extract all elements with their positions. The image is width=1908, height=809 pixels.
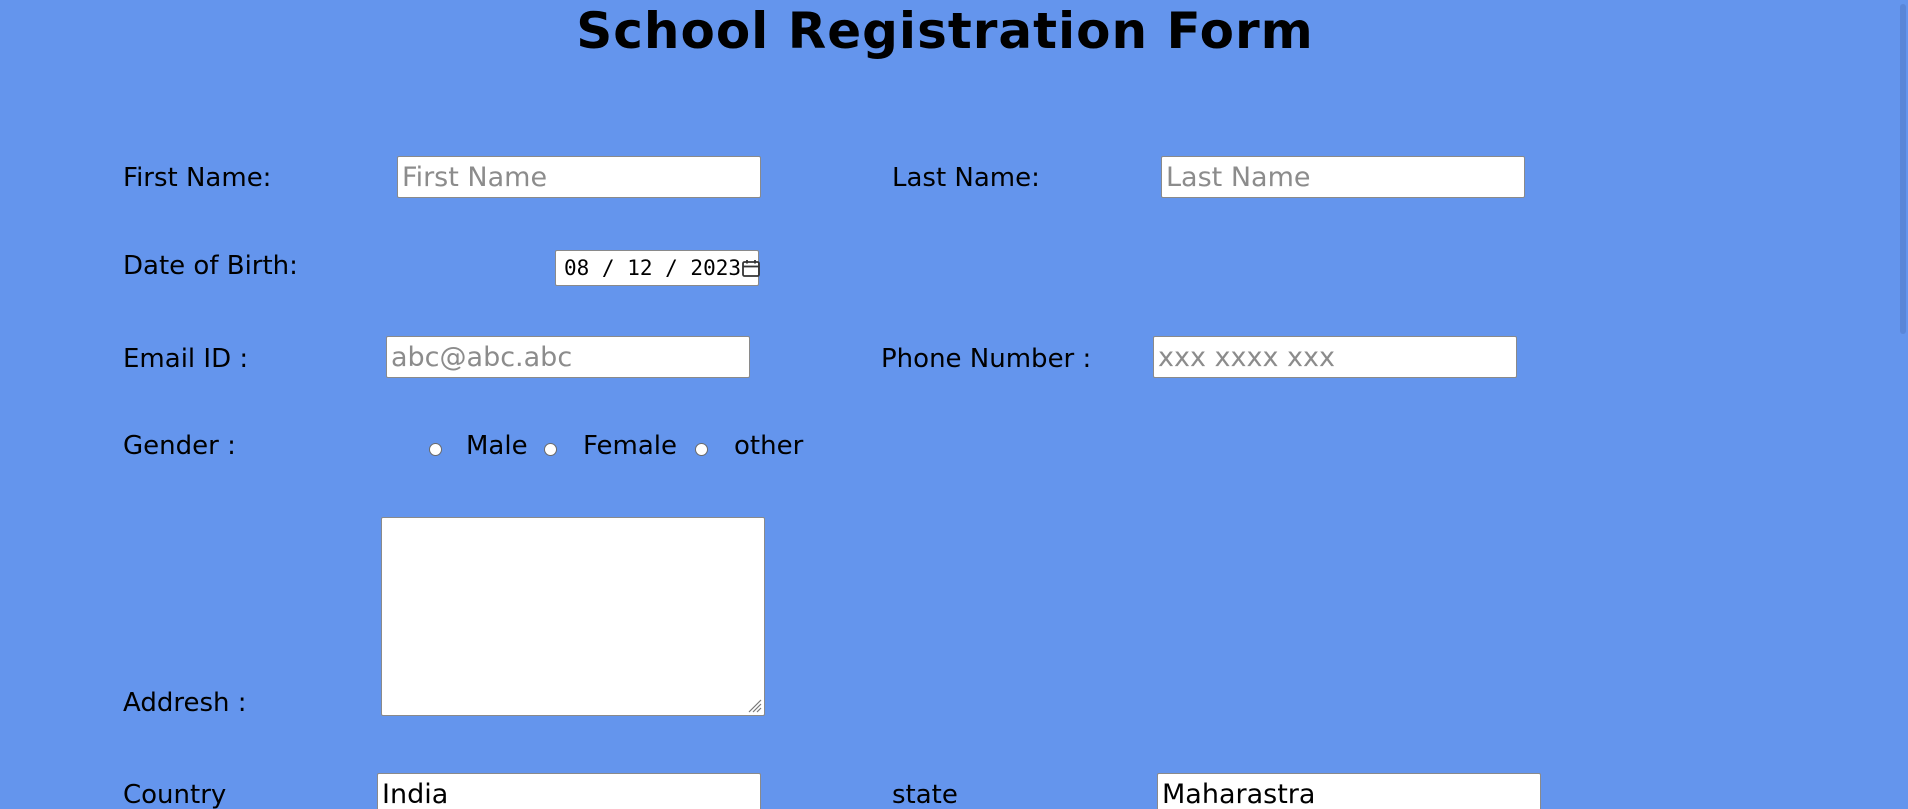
first-name-input[interactable] bbox=[397, 156, 761, 198]
gender-radio-other[interactable] bbox=[695, 443, 708, 456]
first-name-label: First Name: bbox=[123, 163, 272, 193]
gender-option-female: Female bbox=[583, 431, 678, 461]
page-title: School Registration Form bbox=[576, 2, 1314, 60]
email-label: Email ID : bbox=[123, 344, 249, 374]
dob-label: Date of Birth: bbox=[123, 251, 298, 281]
gender-label: Gender : bbox=[123, 431, 236, 461]
gender-option-other: other bbox=[734, 431, 804, 461]
dob-value: 08 / 12 / 2023 bbox=[564, 256, 742, 280]
resize-grip-icon[interactable] bbox=[746, 697, 762, 713]
email-input[interactable] bbox=[386, 336, 750, 378]
gender-option-male: Male bbox=[466, 431, 528, 461]
phone-input[interactable] bbox=[1153, 336, 1517, 378]
registration-page: School Registration Form First Name: Las… bbox=[0, 0, 1908, 809]
calendar-icon[interactable] bbox=[741, 257, 761, 279]
phone-label: Phone Number : bbox=[881, 344, 1092, 374]
address-textarea[interactable] bbox=[381, 517, 765, 716]
last-name-input[interactable] bbox=[1161, 156, 1525, 198]
dob-input[interactable]: 08 / 12 / 2023 bbox=[555, 250, 761, 286]
last-name-label: Last Name: bbox=[892, 163, 1040, 193]
scrollbar[interactable] bbox=[1896, 0, 1908, 809]
state-label: state bbox=[892, 780, 958, 809]
address-label: Addresh : bbox=[123, 688, 247, 718]
country-label: Country bbox=[123, 780, 227, 809]
gender-radio-male[interactable] bbox=[429, 443, 442, 456]
scrollbar-thumb[interactable] bbox=[1900, 4, 1906, 334]
state-input[interactable] bbox=[1157, 773, 1541, 809]
gender-radio-female[interactable] bbox=[544, 443, 557, 456]
country-input[interactable] bbox=[377, 773, 761, 809]
